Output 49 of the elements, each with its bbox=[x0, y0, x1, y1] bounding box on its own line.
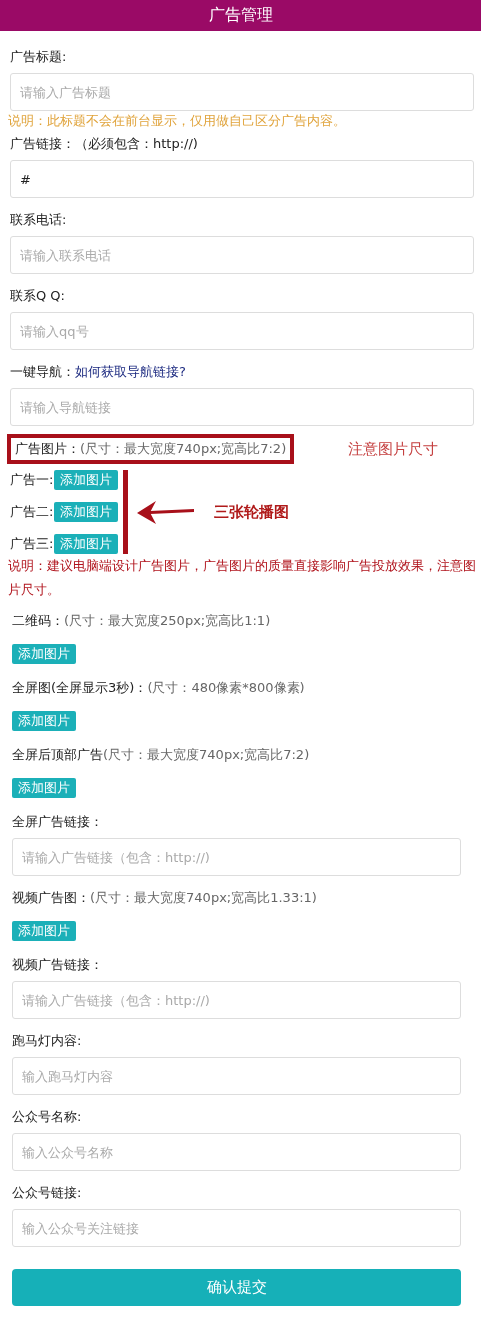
field-label: 广告图片： bbox=[15, 440, 80, 458]
add-image-button[interactable]: 添加图片 bbox=[12, 711, 76, 731]
field-label: 广告链接： bbox=[10, 135, 75, 153]
add-image-button[interactable]: 添加图片 bbox=[54, 470, 119, 490]
field-label: 一键导航： bbox=[10, 363, 75, 381]
field-label: 公众号链接: bbox=[12, 1184, 82, 1202]
slide-label: 广告一: bbox=[10, 471, 54, 489]
field-label: 广告标题: bbox=[10, 48, 67, 66]
note-text: 说明：此标题不会在前台显示，仅用做自己区分广告内容。 bbox=[8, 112, 347, 130]
add-image-button[interactable]: 添加图片 bbox=[12, 778, 76, 798]
text-input[interactable]: 输入公众号关注链接 bbox=[12, 1209, 461, 1247]
size-hint: (尺寸：480像素*800像素) bbox=[147, 679, 305, 697]
text-input[interactable]: 请输入导航链接 bbox=[10, 388, 474, 426]
text-input[interactable]: 请输入联系电话 bbox=[10, 236, 474, 274]
text-input[interactable]: 输入跑马灯内容 bbox=[12, 1057, 461, 1095]
field-label: 联系Q Q: bbox=[10, 287, 65, 305]
text-input[interactable]: 请输入qq号 bbox=[10, 312, 474, 350]
add-image-button[interactable]: 添加图片 bbox=[12, 644, 76, 664]
submit-button[interactable]: 确认提交 bbox=[12, 1269, 461, 1306]
page-header: 广告管理 bbox=[0, 0, 481, 31]
field-label: 视频广告链接： bbox=[12, 956, 103, 974]
field-label: 联系电话: bbox=[10, 211, 67, 229]
field-label: 全屏图(全屏显示3秒)： bbox=[12, 679, 148, 697]
note-text: 说明：建议电脑端设计广告图片，广告图片的质量直接影响广告投放效果，注意图片尺寸。 bbox=[8, 557, 476, 599]
size-hint: (尺寸：最大宽度740px;宽高比1.33:1) bbox=[90, 889, 317, 907]
text-input[interactable]: 输入公众号名称 bbox=[12, 1133, 461, 1171]
text-input[interactable]: 请输入广告标题 bbox=[10, 73, 474, 111]
field-label: 全屏广告链接： bbox=[12, 813, 103, 831]
field-label: 公众号名称: bbox=[12, 1108, 82, 1126]
help-link[interactable]: 如何获取导航链接? bbox=[75, 362, 186, 382]
arrow-icon bbox=[136, 499, 197, 525]
field-label: 视频广告图： bbox=[12, 889, 90, 907]
size-hint: (尺寸：最大宽度740px;宽高比7:2) bbox=[103, 746, 310, 764]
add-image-button[interactable]: 添加图片 bbox=[54, 534, 119, 554]
field-label: 全屏后顶部广告 bbox=[12, 746, 103, 764]
add-image-button[interactable]: 添加图片 bbox=[12, 921, 76, 941]
slide-label: 广告三: bbox=[10, 535, 54, 553]
size-hint: (尺寸：最大宽度740px;宽高比7:2) bbox=[80, 440, 287, 458]
text-input[interactable]: 请输入广告链接（包含：http://) bbox=[12, 981, 461, 1019]
size-hint: (尺寸：最大宽度250px;宽高比1:1) bbox=[64, 612, 271, 630]
annotation-text: 三张轮播图 bbox=[214, 502, 290, 522]
callout-text: 注意图片尺寸 bbox=[348, 439, 439, 459]
field-hint: （必须包含：http://) bbox=[75, 135, 198, 153]
field-label: 跑马灯内容: bbox=[12, 1032, 82, 1050]
text-input[interactable]: 请输入广告链接（包含：http://) bbox=[12, 838, 461, 876]
text-input[interactable]: # bbox=[10, 160, 474, 198]
field-label: 二维码： bbox=[12, 612, 64, 630]
slide-label: 广告二: bbox=[10, 503, 54, 521]
add-image-button[interactable]: 添加图片 bbox=[54, 502, 119, 522]
